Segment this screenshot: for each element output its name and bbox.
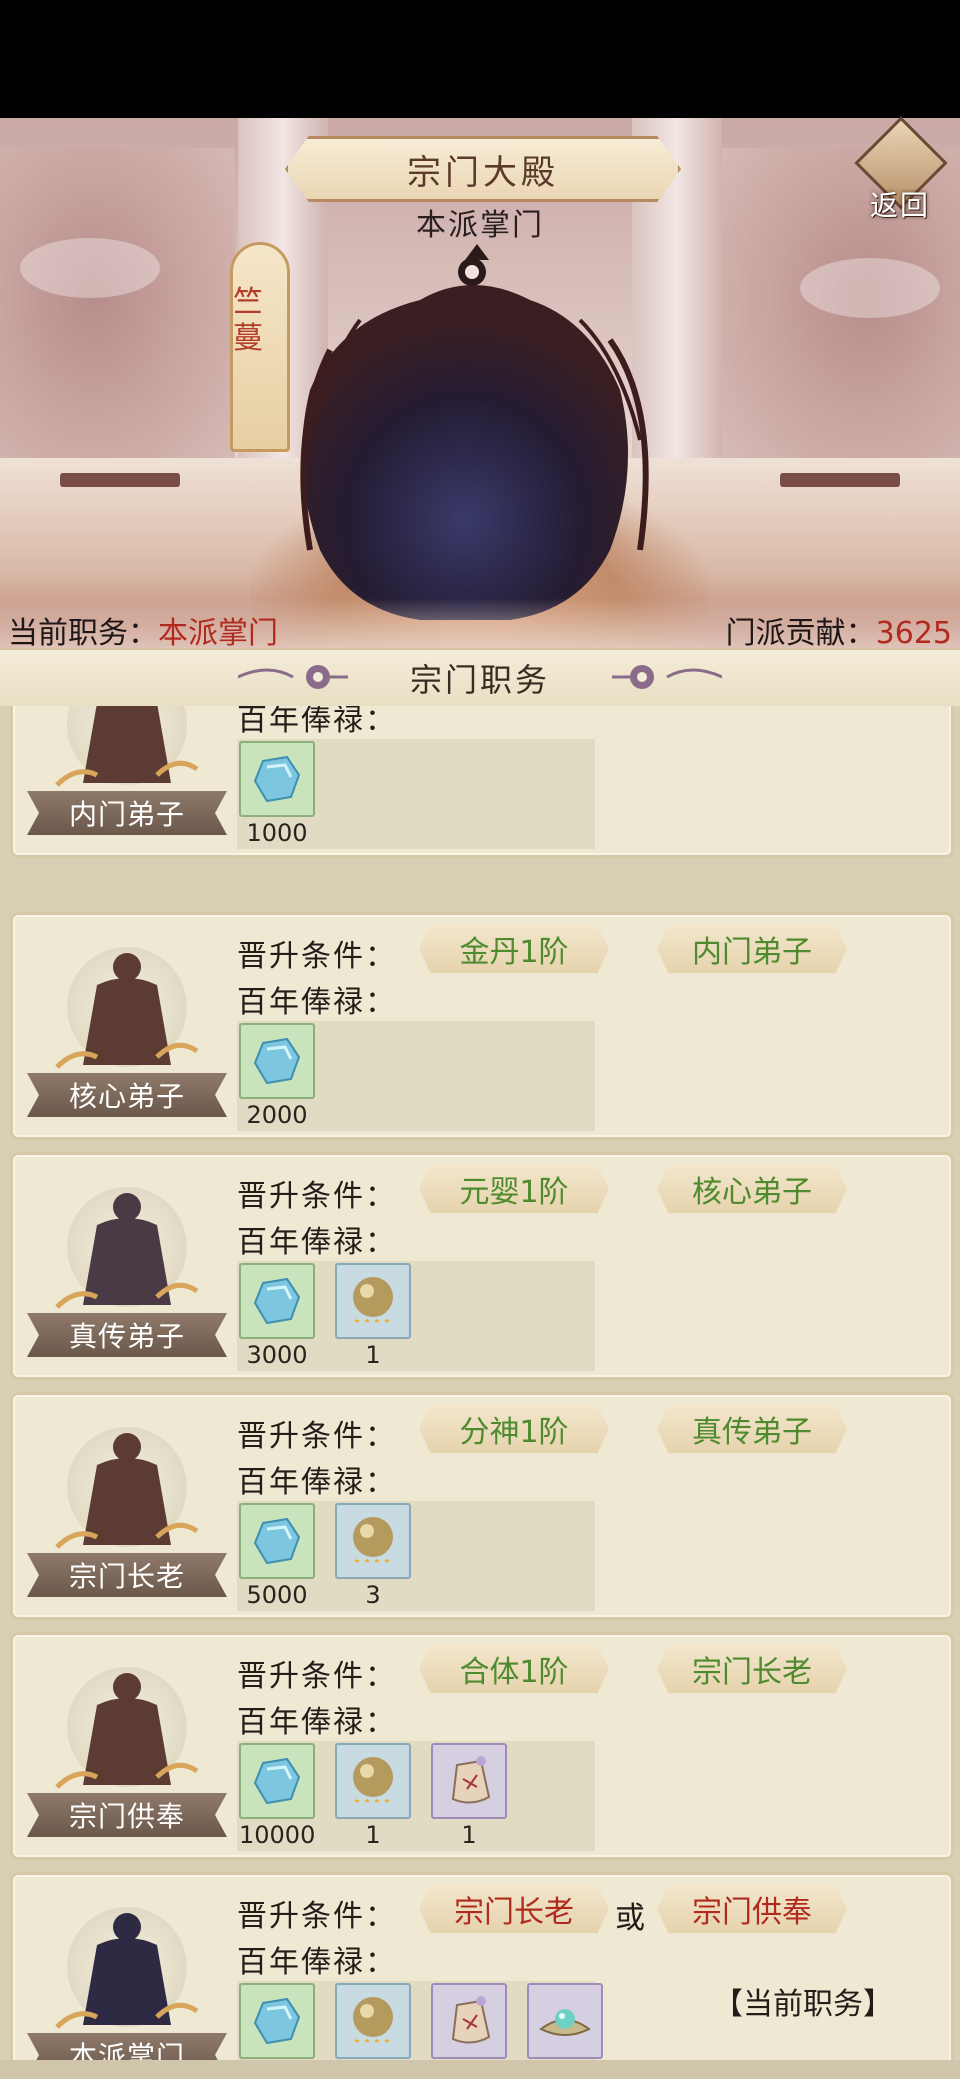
rank-requirement-tag: 宗门长老 bbox=[657, 1645, 847, 1693]
reward-quantity: 1 bbox=[461, 1821, 477, 1849]
position-name: 内门弟子 bbox=[68, 798, 185, 831]
reward-item[interactable] bbox=[239, 1743, 315, 1819]
positions-list[interactable]: 内门弟子晋升条件：百年俸禄：筑基1阶外门弟子1000核心弟子晋升条件：百年俸禄：… bbox=[0, 706, 960, 2079]
left-bench bbox=[60, 473, 180, 487]
reward-item[interactable] bbox=[239, 1023, 315, 1099]
reward-item[interactable] bbox=[335, 1983, 411, 2059]
promotion-label: 晋升条件： bbox=[237, 1659, 397, 1694]
promotion-label: 晋升条件： bbox=[237, 939, 397, 974]
salary-rewards: 1000 bbox=[237, 739, 595, 849]
position-portrait: 宗门供奉 bbox=[27, 1647, 227, 1847]
sect-contribution: 门派贡献：3625 bbox=[726, 608, 952, 652]
realm-requirement-tag: 金丹1阶 bbox=[419, 925, 609, 973]
position-portrait: 宗门长老 bbox=[27, 1407, 227, 1607]
position-portrait: 内门弟子 bbox=[27, 706, 227, 845]
contribution-value: 3625 bbox=[875, 616, 952, 651]
status-bar-blackout bbox=[0, 0, 960, 118]
reward-quantity: 3000 bbox=[246, 1341, 308, 1369]
cloud-decoration bbox=[800, 258, 940, 318]
left-mural bbox=[0, 148, 235, 478]
reward-item[interactable] bbox=[335, 1263, 411, 1339]
salary-label: 百年俸禄： bbox=[237, 1705, 397, 1740]
position-name-ribbon: 核心弟子 bbox=[27, 1073, 227, 1117]
realm-requirement-tag: 分神1阶 bbox=[419, 1405, 609, 1453]
bottom-edge bbox=[0, 2060, 960, 2079]
rank-requirement-tag: 核心弟子 bbox=[657, 1165, 847, 1213]
yin-yang-ornament-icon bbox=[238, 665, 348, 689]
salary-label: 百年俸禄： bbox=[237, 1465, 397, 1500]
rank-requirement-tag: 真传弟子 bbox=[657, 1405, 847, 1453]
salary-label: 百年俸禄： bbox=[237, 1225, 397, 1260]
section-header: 宗门职务 bbox=[0, 648, 960, 708]
position-name: 宗门供奉 bbox=[68, 1800, 185, 1833]
position-name-ribbon: 宗门长老 bbox=[27, 1553, 227, 1597]
hall-title-plaque: 宗门大殿 bbox=[285, 136, 681, 202]
position-card[interactable]: 核心弟子 晋升条件： 百年俸禄： 金丹1阶 内门弟子 2000 bbox=[10, 912, 954, 1140]
position-card[interactable]: 本派掌门 晋升条件： 百年俸禄： 宗门长老或宗门供奉【当前职务】 bbox=[10, 1872, 954, 2079]
promotion-label: 晋升条件： bbox=[237, 1179, 397, 1214]
position-card[interactable]: 内门弟子晋升条件：百年俸禄：筑基1阶外门弟子1000 bbox=[10, 706, 954, 858]
current-position-note: 【当前职务】 bbox=[713, 1987, 893, 2022]
position-portrait: 本派掌门 bbox=[27, 1887, 227, 2079]
reward-item[interactable] bbox=[431, 1743, 507, 1819]
salary-rewards: 10000 1 1 bbox=[237, 1741, 595, 1851]
reward-item[interactable] bbox=[335, 1503, 411, 1579]
section-title: 宗门职务 bbox=[409, 661, 550, 699]
hall-title: 宗门大殿 bbox=[407, 152, 559, 193]
return-button[interactable]: 返回 bbox=[852, 116, 948, 222]
rank-requirement-tag: 内门弟子 bbox=[657, 925, 847, 973]
position-portrait: 真传弟子 bbox=[27, 1167, 227, 1367]
sect-leader-silhouette bbox=[300, 244, 649, 620]
current-position-label: 当前职务： bbox=[8, 616, 158, 651]
current-position: 当前职务：本派掌门 bbox=[8, 608, 278, 652]
cloud-decoration bbox=[20, 238, 160, 298]
leader-title: 本派掌门 bbox=[416, 208, 544, 243]
reward-quantity: 5000 bbox=[246, 1581, 308, 1609]
position-card[interactable]: 真传弟子 晋升条件： 百年俸禄： 元婴1阶 核心弟子 3000 1 bbox=[10, 1152, 954, 1380]
salary-label: 百年俸禄： bbox=[237, 1945, 397, 1980]
salary-label: 百年俸禄： bbox=[237, 706, 397, 738]
salary-rewards: 3000 1 bbox=[237, 1261, 595, 1371]
position-name: 核心弟子 bbox=[68, 1080, 185, 1113]
realm-requirement-tag: 合体1阶 bbox=[419, 1645, 609, 1693]
reward-quantity: 3 bbox=[365, 1581, 381, 1609]
right-bench bbox=[780, 473, 900, 487]
position-card[interactable]: 宗门供奉 晋升条件： 百年俸禄： 合体1阶 宗门长老 10000 1 1 bbox=[10, 1632, 954, 1860]
return-label: 返回 bbox=[869, 189, 930, 222]
reward-item[interactable] bbox=[527, 1983, 603, 2059]
contribution-label: 门派贡献： bbox=[725, 616, 876, 651]
rank-requirement-tag: 宗门长老 bbox=[419, 1885, 609, 1933]
reward-quantity: 1 bbox=[365, 1821, 381, 1849]
or-text: 或 bbox=[615, 1901, 645, 1936]
rank-requirement-tag: 宗门供奉 bbox=[657, 1885, 847, 1933]
position-name-ribbon: 宗门供奉 bbox=[27, 1793, 227, 1837]
promotion-label: 晋升条件： bbox=[237, 1899, 397, 1934]
reward-quantity: 1 bbox=[365, 1341, 381, 1369]
position-portrait: 核心弟子 bbox=[27, 927, 227, 1127]
reward-item[interactable] bbox=[239, 1263, 315, 1339]
salary-rewards: 2000 bbox=[237, 1021, 595, 1131]
position-name-ribbon: 真传弟子 bbox=[27, 1313, 227, 1357]
position-name-ribbon: 内门弟子 bbox=[27, 791, 227, 835]
position-card[interactable]: 宗门长老 晋升条件： 百年俸禄： 分神1阶 真传弟子 5000 3 bbox=[10, 1392, 954, 1620]
promotion-label: 晋升条件： bbox=[237, 1419, 397, 1454]
reward-item[interactable] bbox=[239, 1983, 315, 2059]
salary-label: 百年俸禄： bbox=[237, 985, 397, 1020]
position-name: 真传弟子 bbox=[68, 1320, 185, 1353]
reward-quantity: 2000 bbox=[246, 1101, 308, 1129]
reward-item[interactable] bbox=[431, 1983, 507, 2059]
position-name: 宗门长老 bbox=[68, 1560, 185, 1593]
reward-quantity: 10000 bbox=[239, 1821, 316, 1849]
current-position-value: 本派掌门 bbox=[158, 616, 278, 651]
reward-item[interactable] bbox=[239, 741, 315, 817]
reward-item[interactable] bbox=[335, 1743, 411, 1819]
yin-yang-ornament-icon bbox=[612, 665, 722, 689]
reward-quantity: 1000 bbox=[246, 819, 308, 847]
salary-rewards: 5000 3 bbox=[237, 1501, 595, 1611]
reward-item[interactable] bbox=[239, 1503, 315, 1579]
realm-requirement-tag: 元婴1阶 bbox=[419, 1165, 609, 1213]
